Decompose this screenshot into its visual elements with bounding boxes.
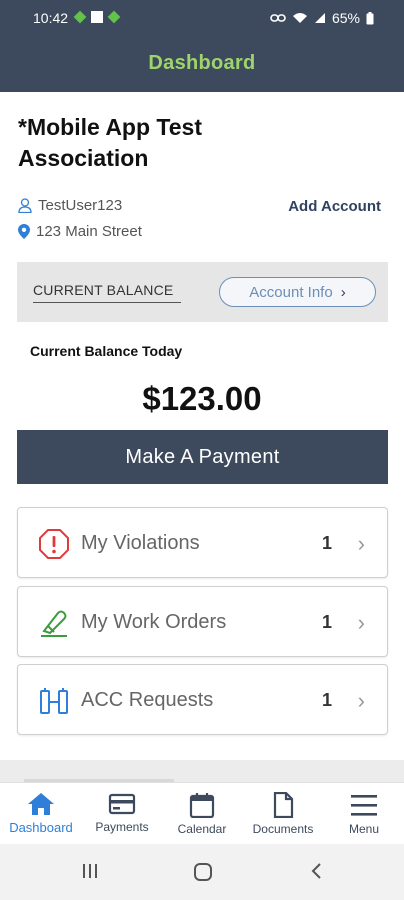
balance-amount: $123.00 (142, 380, 262, 417)
violations-label: My Violations (81, 532, 200, 554)
battery-icon (366, 11, 374, 24)
add-account-link[interactable]: Add Account (288, 198, 381, 215)
address: 123 Main Street (36, 223, 142, 240)
tab-documents-label: Documents (252, 822, 314, 836)
page-title: Dashboard (148, 51, 256, 74)
signal-icon (314, 13, 325, 23)
current-balance-today-label: Current Balance Today (30, 343, 183, 359)
tab-payments-label: Payments (95, 820, 149, 834)
chevron-right-icon: › (357, 531, 365, 556)
work-orders-count: 1 (321, 612, 332, 632)
app-header: Dashboard (0, 34, 404, 92)
recent-apps-icon[interactable] (81, 862, 99, 880)
chevron-right-icon: › (357, 610, 365, 635)
violations-card[interactable]: My Violations 1 › (17, 507, 388, 578)
balance-label-underline (33, 302, 181, 303)
violation-icon (39, 529, 69, 559)
tab-menu-label: Menu (348, 822, 380, 836)
work-orders-label: My Work Orders (81, 611, 227, 633)
current-balance-label: CURRENT BALANCE (33, 282, 174, 298)
tab-dashboard[interactable]: Dashboard (0, 783, 82, 845)
acc-requests-count: 1 (321, 690, 332, 710)
battery-percent: 65% (331, 10, 360, 26)
work-order-icon (41, 610, 67, 637)
tab-calendar-label: Calendar (177, 822, 227, 836)
hamburger-icon (351, 795, 377, 816)
username: TestUser123 (38, 197, 123, 214)
tab-payments[interactable]: Payments (82, 783, 162, 845)
app-notification-icon (107, 10, 121, 24)
account-info-label: Account Info (249, 283, 333, 301)
status-time: 10:42 (33, 10, 69, 26)
credit-card-icon (108, 793, 136, 815)
calendar-icon (189, 793, 215, 818)
balance-panel: CURRENT BALANCE Account Info › (17, 262, 388, 322)
tab-calendar[interactable]: Calendar (162, 783, 242, 845)
home-button-icon[interactable] (193, 862, 213, 882)
wifi-icon (292, 13, 307, 23)
tab-menu[interactable]: Menu (324, 783, 404, 845)
square-notification-icon (91, 11, 103, 23)
make-payment-button[interactable]: Make A Payment (17, 430, 388, 484)
status-right: 65% (270, 10, 374, 26)
app-notification-icon (73, 10, 87, 24)
status-bar: 10:42 65% (0, 0, 404, 34)
document-icon (273, 792, 294, 818)
address-row: 123 Main Street (18, 223, 142, 240)
home-icon (28, 793, 54, 815)
violations-count: 1 (321, 533, 332, 553)
tab-documents[interactable]: Documents (242, 783, 324, 845)
acc-requests-label: ACC Requests (81, 689, 214, 711)
notification-icons (73, 10, 121, 24)
acc-requests-card[interactable]: ACC Requests 1 › (17, 664, 388, 735)
back-icon[interactable] (309, 862, 323, 880)
chevron-right-icon: › (340, 283, 346, 301)
acc-request-icon (40, 688, 68, 714)
tab-dashboard-label: Dashboard (9, 820, 73, 835)
work-orders-card[interactable]: My Work Orders 1 › (17, 586, 388, 657)
association-name: *Mobile App Test Association (18, 114, 202, 171)
map-pin-icon (18, 224, 30, 239)
user-row: TestUser123 (18, 197, 122, 214)
link-icon (270, 14, 286, 22)
system-nav-bar (0, 844, 404, 900)
chevron-right-icon: › (357, 688, 365, 713)
account-info-button[interactable]: Account Info › (219, 277, 376, 307)
user-icon (18, 198, 32, 213)
bottom-tab-bar: Dashboard Payments Calendar Documents Me… (0, 782, 404, 844)
